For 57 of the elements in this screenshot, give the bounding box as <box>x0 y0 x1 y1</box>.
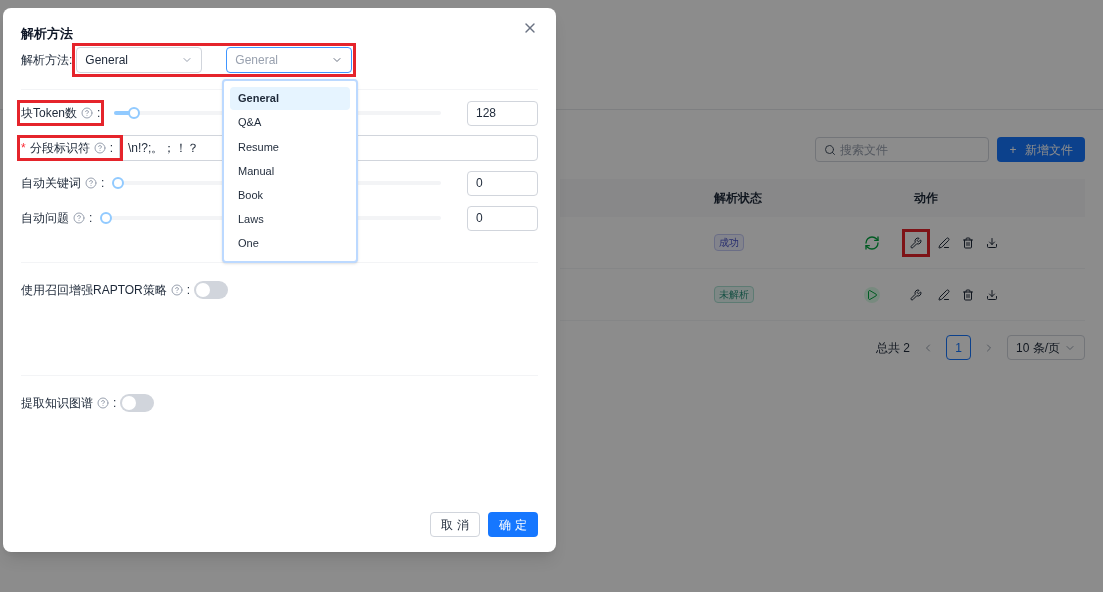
label-colon: : <box>113 394 117 412</box>
dropdown-option[interactable]: General <box>230 87 350 111</box>
toggle-switch[interactable] <box>120 393 155 412</box>
label-colon: : <box>69 51 73 69</box>
help-icon <box>85 177 97 189</box>
field-label: 使用召回增强RAPTOR策略 <box>21 281 167 299</box>
play-icon[interactable] <box>864 286 880 303</box>
number-input[interactable]: 0 <box>467 205 538 231</box>
label-colon: : <box>109 140 113 157</box>
field-label: 自动关键词 <box>21 175 81 192</box>
parser-select[interactable]: General <box>76 46 203 73</box>
slider-thumb[interactable] <box>127 107 140 119</box>
dialog-title: 解析方法 <box>21 25 73 43</box>
number-input[interactable]: 0 <box>467 170 538 196</box>
label-colon: : <box>89 210 93 227</box>
field-label: 解析方法 <box>21 51 69 69</box>
delete-icon[interactable] <box>962 288 974 301</box>
delete-icon[interactable] <box>962 236 974 249</box>
dropdown-option[interactable]: One <box>230 231 350 255</box>
status-tag: 成功 <box>714 234 744 251</box>
dropdown-option[interactable]: Resume <box>230 135 350 159</box>
wrench-icon[interactable] <box>910 288 922 301</box>
edit-icon[interactable] <box>938 288 950 301</box>
dropdown-option[interactable]: Manual <box>230 159 350 183</box>
total-count: 总共 2 <box>875 339 910 357</box>
help-icon <box>97 396 109 409</box>
field-label: 块Token数 <box>21 105 78 122</box>
help-icon <box>73 212 85 224</box>
search-icon <box>824 143 836 156</box>
help-icon <box>170 283 183 296</box>
label-colon: : <box>186 281 191 299</box>
help-icon <box>81 107 94 119</box>
label-colon: : <box>97 105 101 122</box>
required-mark: * <box>21 140 26 157</box>
dropdown-option[interactable]: Laws <box>230 207 350 231</box>
toggle-switch[interactable] <box>194 280 229 299</box>
ok-button[interactable]: 确 定 <box>488 512 538 537</box>
help-icon <box>93 142 106 154</box>
field-label: 自动问题 <box>21 210 69 227</box>
field-label: 分段标识符 <box>29 140 90 157</box>
wrench-icon[interactable] <box>910 236 922 249</box>
download-icon[interactable] <box>986 288 998 301</box>
label-colon: : <box>101 175 105 192</box>
slider-thumb[interactable] <box>112 177 125 189</box>
slider-thumb[interactable] <box>100 212 113 224</box>
field-label: 提取知识图谱 <box>21 394 93 412</box>
status-tag: 未解析 <box>714 286 754 303</box>
column-header: 解析状态 <box>714 190 762 207</box>
edit-icon[interactable] <box>938 236 950 249</box>
cancel-button[interactable]: 取 消 <box>430 512 480 537</box>
column-header: 动作 <box>914 190 938 207</box>
dropdown-option[interactable]: Book <box>230 183 350 207</box>
number-input[interactable]: 128 <box>467 100 538 126</box>
page-size-select[interactable]: 10 条/页 <box>1007 335 1085 360</box>
dropdown-option[interactable]: Q&A <box>230 111 350 135</box>
download-icon[interactable] <box>986 236 998 249</box>
refresh-icon[interactable] <box>864 234 880 251</box>
